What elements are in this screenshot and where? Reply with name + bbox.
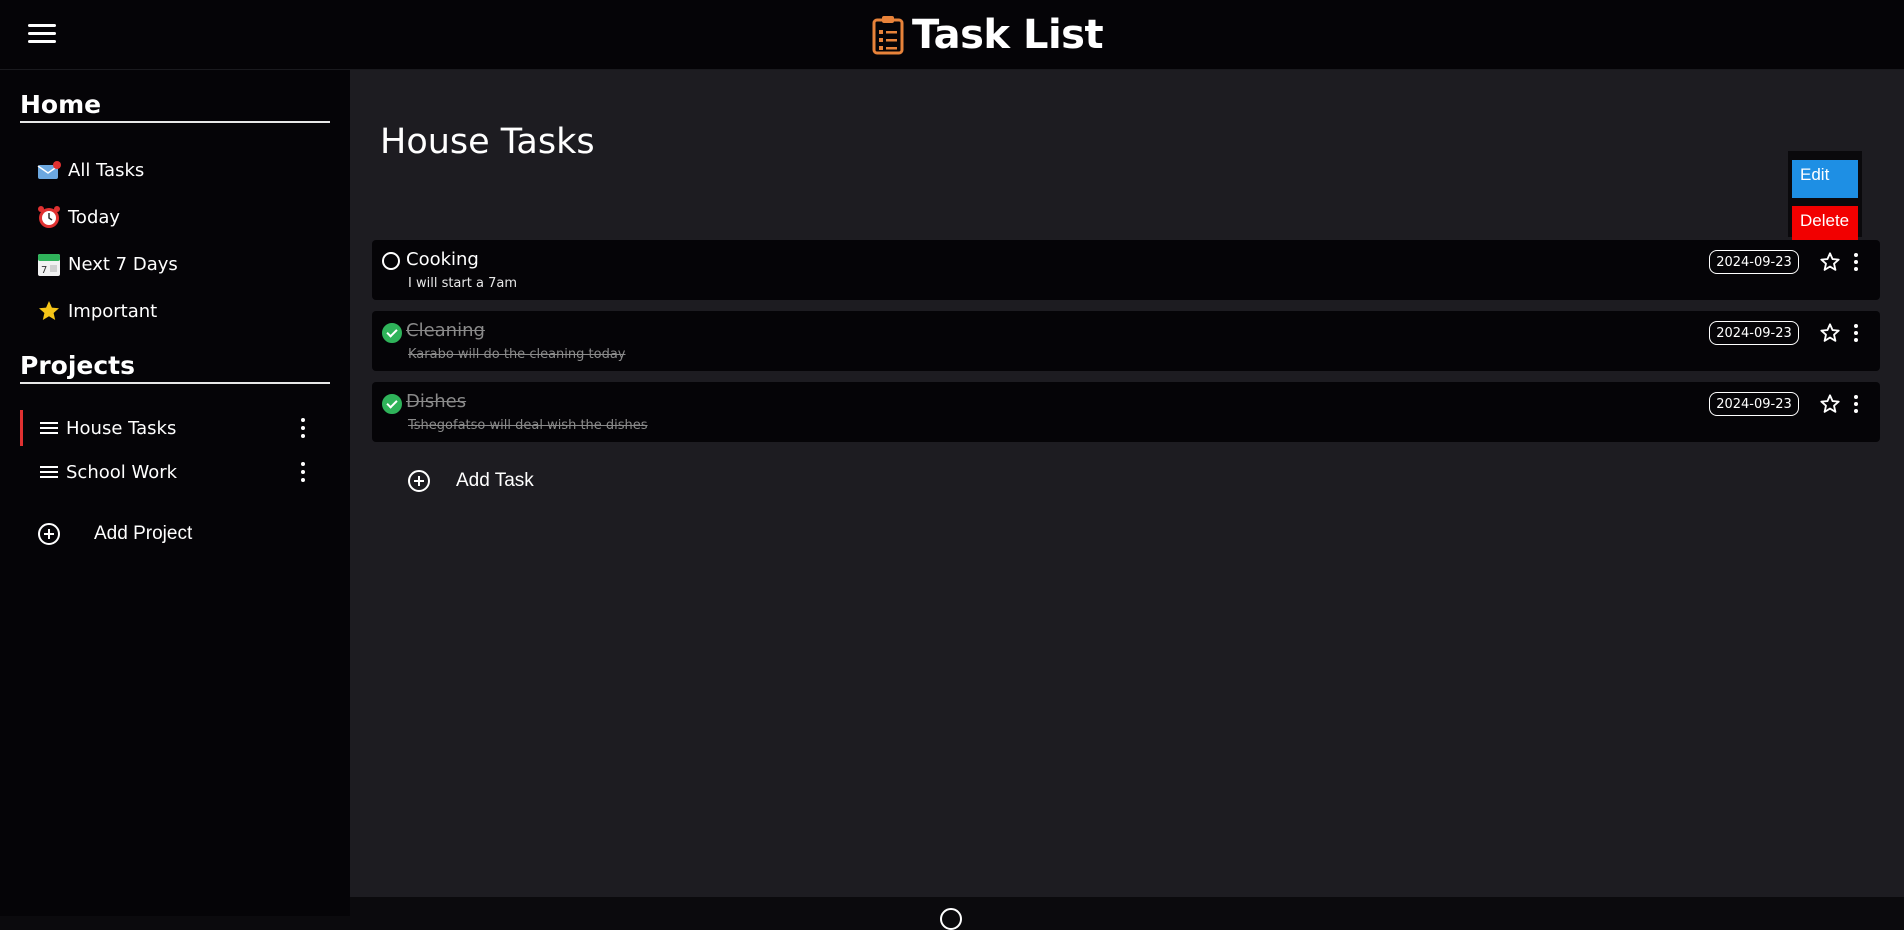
hamburger-line [28,40,56,43]
task-description: Tshegofatso will deal wish the dishes [408,418,648,433]
hamburger-line [28,24,56,27]
project-label: School Work [66,461,178,483]
task-checkbox-checked[interactable] [382,323,402,343]
task-kebab-menu-icon[interactable] [1853,395,1859,413]
edit-button[interactable]: Edit [1792,160,1858,198]
sidebar-item-label: Important [68,300,158,322]
calendar-icon: 7 [36,251,62,277]
list-icon [40,463,58,481]
add-project-label: Add Project [94,523,193,544]
add-task-label: Add Task [456,470,534,491]
task-date-badge: 2024-09-23 [1709,321,1799,345]
sidebar-item-all-tasks[interactable]: All Tasks [36,154,144,186]
sidebar-item-label: Today [68,206,121,228]
project-item-house-tasks[interactable]: House Tasks [20,410,326,446]
task-date-badge: 2024-09-23 [1709,392,1799,416]
task-checkbox-checked[interactable] [382,394,402,414]
task-item-dishes[interactable]: Dishes Tshegofatso will deal wish the di… [372,382,1880,442]
sidebar-item-label: Next 7 Days [68,253,178,275]
sidebar-item-today[interactable]: Today [36,201,120,233]
footer-circle-icon[interactable] [940,908,962,930]
task-description: Karabo will do the cleaning today [408,347,626,362]
sidebar: Home All Tasks Today 7 Next 7 Days Impor… [0,70,350,916]
brand: Task List [872,12,1104,58]
sidebar-item-next-7-days[interactable]: 7 Next 7 Days [36,248,178,280]
task-title: Cooking [406,249,479,270]
sidebar-item-important[interactable]: Important [36,295,157,327]
alarm-clock-icon [36,204,62,230]
plus-circle-icon [38,523,60,545]
main-content: House Tasks Edit Delete Cooking I will s… [350,70,1904,897]
clipboard-icon [872,16,904,55]
plus-circle-icon [408,470,430,492]
task-description: I will start a 7am [408,276,517,291]
list-icon [40,419,58,437]
task-title: Cleaning [406,320,485,341]
task-item-cleaning[interactable]: Cleaning Karabo will do the cleaning tod… [372,311,1880,371]
delete-button[interactable]: Delete [1792,206,1858,240]
task-kebab-menu-icon[interactable] [1853,324,1859,342]
hamburger-menu-button[interactable] [28,24,56,44]
hamburger-line [28,32,56,35]
star-outline-icon[interactable] [1819,393,1841,415]
project-label: House Tasks [66,417,177,439]
kebab-menu-icon[interactable] [300,418,306,438]
task-item-cooking[interactable]: Cooking I will start a 7am 2024-09-23 [372,240,1880,300]
add-task-button[interactable]: Add Task [408,470,534,492]
star-outline-icon[interactable] [1819,322,1841,344]
task-date-badge: 2024-09-23 [1709,250,1799,274]
task-checkbox[interactable] [382,252,400,270]
task-title: Dishes [406,391,467,412]
star-icon [36,298,62,324]
envelope-icon [36,157,62,183]
top-header: Task List [0,0,1904,70]
task-kebab-menu-icon[interactable] [1853,253,1859,271]
projects-heading: Projects [20,351,330,384]
sidebar-item-label: All Tasks [68,159,145,181]
add-project-button[interactable]: Add Project [38,523,192,545]
star-outline-icon[interactable] [1819,251,1841,273]
app-title: Task List [912,12,1104,58]
svg-text:7: 7 [41,265,47,276]
project-item-school-work[interactable]: School Work [20,454,326,490]
kebab-menu-icon[interactable] [300,462,306,482]
home-heading: Home [20,90,330,123]
page-title: House Tasks [380,122,595,162]
